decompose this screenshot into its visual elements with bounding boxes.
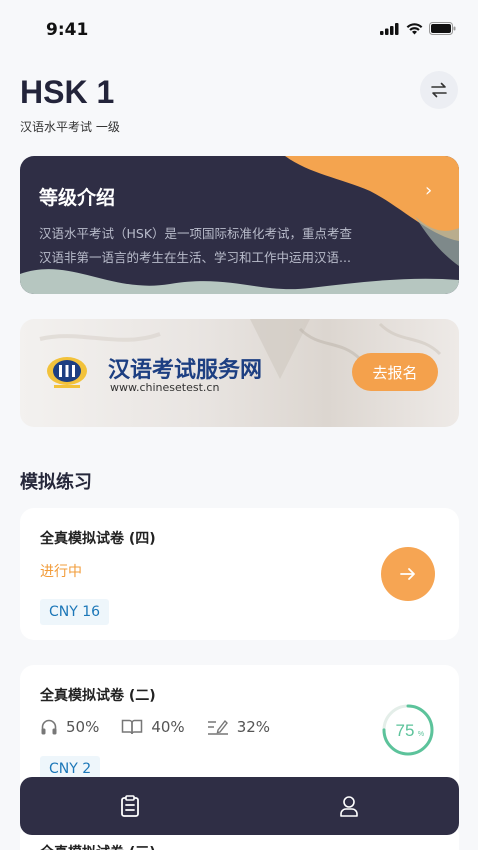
tab-profile[interactable] xyxy=(239,777,458,835)
intro-line-2: 汉语非第一语言的考生在生活、学习和工作中运用汉语... xyxy=(39,250,351,265)
writing-score: 32% xyxy=(207,718,270,736)
status-time: 9:41 xyxy=(46,20,89,40)
intro-title: 等级介绍 xyxy=(39,187,116,209)
page-subtitle: 汉语水平考试 一级 xyxy=(20,120,120,134)
practice-card-title: 全真模拟试卷 (四) xyxy=(40,531,156,547)
battery-icon xyxy=(429,22,456,35)
reading-score: 40% xyxy=(121,718,185,736)
arrow-right-icon xyxy=(400,568,415,580)
intro-line-1: 汉语水平考试（HSK）是一项国际标准化考试，重点考查 xyxy=(39,226,353,241)
score-value: 75 xyxy=(396,721,415,740)
user-icon xyxy=(339,796,358,817)
signal-icon xyxy=(380,22,399,35)
practice-card-status: 进行中 xyxy=(40,564,82,580)
section-scores: 50% 40% 32% xyxy=(40,718,270,736)
score-unit: % xyxy=(418,731,424,738)
status-bar: 9:41 xyxy=(0,0,478,60)
score-ring: 75 % xyxy=(382,704,434,756)
practice-card-title: 全真模拟试卷 (二) xyxy=(40,688,156,704)
bottom-tab-bar xyxy=(20,777,459,835)
register-banner[interactable]: 汉语考试服务网 www.chinesetest.cn 去报名 xyxy=(20,319,459,427)
register-button[interactable]: 去报名 xyxy=(352,353,438,391)
tab-practice[interactable] xyxy=(20,777,239,835)
price-badge: CNY 16 xyxy=(40,599,110,625)
headphones-icon xyxy=(41,719,57,735)
intro-description: 汉语水平考试（HSK）是一项国际标准化考试，重点考查 汉语非第一语言的考生在生活… xyxy=(39,222,449,270)
switch-level-button[interactable] xyxy=(420,71,458,109)
chevron-right-icon: › xyxy=(425,180,433,201)
edit-icon xyxy=(207,719,228,735)
continue-button[interactable] xyxy=(381,547,435,601)
listening-score: 50% xyxy=(40,718,99,736)
wifi-icon xyxy=(406,22,423,34)
banner-brand: 汉语考试服务网 xyxy=(108,358,263,383)
level-intro-card[interactable]: 等级介绍 › 汉语水平考试（HSK）是一项国际标准化考试，重点考查 汉语非第一语… xyxy=(20,156,459,294)
page-title: HSK 1 xyxy=(20,74,115,110)
clipboard-icon xyxy=(120,795,139,817)
practice-card[interactable]: 全真模拟试卷 (四) 进行中 CNY 16 xyxy=(20,508,459,640)
listening-percent: 50% xyxy=(66,718,100,736)
writing-percent: 32% xyxy=(236,718,271,736)
reading-percent: 40% xyxy=(151,718,185,736)
banner-url: www.chinesetest.cn xyxy=(110,381,220,394)
swap-icon xyxy=(431,82,447,98)
status-icons xyxy=(380,22,456,35)
hsk-logo-icon xyxy=(47,357,87,388)
book-icon xyxy=(122,719,143,735)
practice-heading: 模拟练习 xyxy=(20,472,92,493)
practice-card-title: 全真模拟试卷 (三) xyxy=(40,842,156,850)
